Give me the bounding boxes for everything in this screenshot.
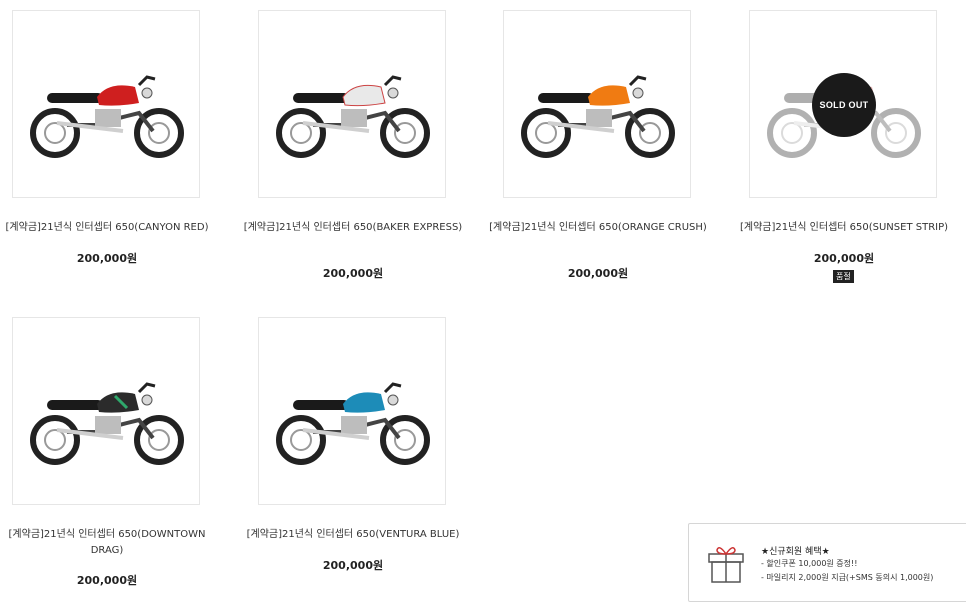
product-image[interactable] [12, 317, 200, 505]
product-image[interactable] [258, 317, 446, 505]
motorcycle-icon [521, 75, 675, 158]
motorcycle-icon [30, 382, 184, 465]
product-price: 200,000원 [813, 252, 875, 265]
sold-out-tag: 품절 [833, 270, 854, 283]
product-image[interactable] [12, 10, 200, 198]
product-name[interactable]: [계약금]21년식 인터셉터 650(SUNSET STRIP) [729, 220, 959, 236]
product-image[interactable] [258, 10, 446, 198]
popup-mileage-line: - 마일리지 2,000원 지급(+SMS 동의시 1,000원) [761, 573, 934, 582]
sold-out-badge: SOLD OUT [812, 73, 876, 137]
motorcycle-icon [276, 75, 430, 158]
product-image[interactable] [503, 10, 691, 198]
product-price: 200,000원 [322, 559, 384, 572]
product-name[interactable]: [계약금]21년식 인터셉터 650(VENTURA BLUE) [238, 527, 468, 543]
new-member-benefit-popup[interactable]: ★신규회원 혜택★ - 할인쿠폰 10,000원 증정!! - 마일리지 2,0… [688, 523, 966, 602]
product-price: 200,000원 [322, 267, 384, 280]
gift-icon [708, 547, 744, 583]
product-name[interactable]: [계약금]21년식 인터셉터 650(CANYON RED) [0, 220, 222, 236]
motorcycle-icon [276, 382, 430, 465]
product-image[interactable]: SOLD OUT [749, 10, 937, 198]
motorcycle-icon [30, 75, 184, 158]
product-price: 200,000원 [76, 574, 138, 587]
product-price: 200,000원 [567, 267, 629, 280]
product-name[interactable]: [계약금]21년식 인터셉터 650(DOWNTOWN DRAG) [0, 527, 222, 559]
product-price: 200,000원 [76, 252, 138, 265]
popup-coupon-line: - 할인쿠폰 10,000원 증정!! [761, 559, 858, 568]
popup-title: ★신규회원 혜택★ [761, 547, 830, 557]
product-name[interactable]: [계약금]21년식 인터셉터 650(BAKER EXPRESS) [238, 220, 468, 236]
product-name[interactable]: [계약금]21년식 인터셉터 650(ORANGE CRUSH) [483, 220, 713, 236]
